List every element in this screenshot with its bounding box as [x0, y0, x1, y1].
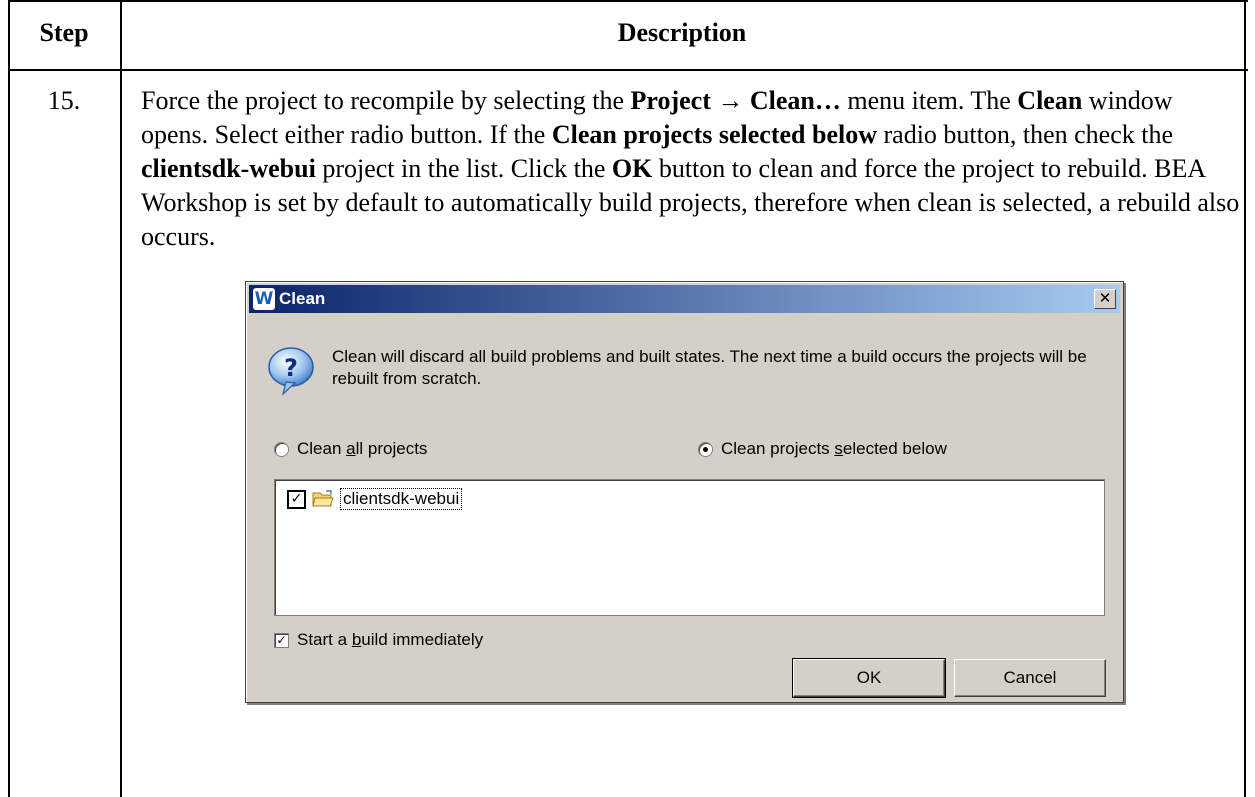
close-icon[interactable]: ✕ [1094, 289, 1116, 309]
description-bold-run: Clean projects selected below [551, 120, 877, 149]
help-question-icon: ? [268, 347, 314, 396]
table-top-border [8, 0, 1248, 2]
radio-clean-all-label: Clean all projects [297, 439, 428, 458]
description-text-run: project in the list. Click the [315, 154, 612, 183]
ok-button[interactable]: OK [792, 658, 946, 698]
clean-dialog: W Clean ✕ ? Clean will discard all build… [245, 281, 1124, 703]
description-text-run: menu item. The [840, 86, 1018, 115]
table-left-border [8, 0, 10, 797]
workshop-app-icon: W [253, 288, 275, 310]
project-folder-icon [312, 490, 334, 507]
header-step: Step [39, 18, 89, 47]
step-description: Force the project to recompile by select… [141, 84, 1241, 254]
dialog-titlebar[interactable]: W Clean ✕ [249, 285, 1120, 313]
start-build-option[interactable]: ✓ Start a build immediately [274, 630, 483, 650]
radio-clean-selected-label: Clean projects selected below [721, 439, 947, 458]
table-right-border [1244, 0, 1246, 797]
project-checkbox[interactable]: ✓ [287, 489, 306, 509]
project-item-label: clientsdk-webui [340, 488, 463, 510]
list-item[interactable]: ✓ clientsdk-webui [287, 488, 463, 510]
svg-text:?: ? [284, 354, 298, 382]
description-bold-run: clientsdk-webui [141, 154, 316, 183]
radio-clean-selected-indicator[interactable] [698, 441, 713, 457]
description-bold-run: Project → Clean… [630, 86, 841, 115]
project-list[interactable]: ✓ clientsdk-webui [274, 479, 1105, 616]
description-bold-run: Clean [1017, 86, 1083, 115]
start-build-checkbox[interactable]: ✓ [274, 632, 289, 648]
start-build-label: Start a build immediately [297, 630, 484, 649]
cancel-button[interactable]: Cancel [954, 659, 1106, 697]
description-text-run: radio button, then check the [877, 120, 1174, 149]
dialog-message: Clean will discard all build problems an… [332, 347, 1087, 388]
header-description: Description [617, 18, 747, 47]
dialog-title: Clean [279, 289, 326, 308]
table-column-divider [120, 0, 122, 797]
step-number: 15. [47, 86, 81, 115]
description-text-run: Force the project to recompile by select… [141, 86, 631, 115]
radio-clean-selected[interactable]: Clean projects selected below [698, 439, 947, 459]
table-header-divider [8, 69, 1248, 71]
radio-clean-all[interactable]: Clean all projects [274, 439, 427, 459]
radio-clean-all-indicator[interactable] [274, 441, 289, 457]
description-bold-run: OK [611, 154, 653, 183]
